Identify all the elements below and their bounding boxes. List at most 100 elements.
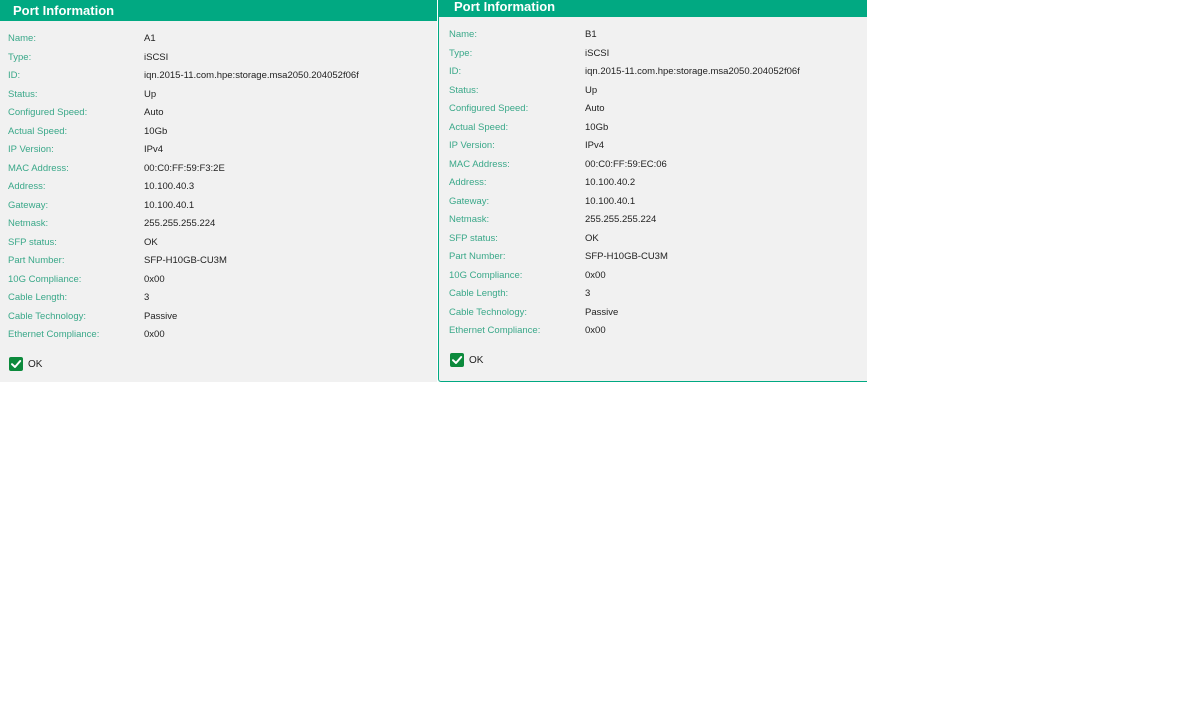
health-status: OK — [9, 357, 42, 371]
health-status-label: OK — [28, 358, 43, 370]
field-label: IP Version: — [8, 144, 54, 155]
field-label: SFP status: — [8, 236, 57, 248]
field-row-actual-speed: Actual Speed: 10Gb — [439, 119, 867, 138]
field-label: Gateway: — [449, 195, 490, 207]
field-row-ethernet-compliance: Ethernet Compliance: 0x00 — [439, 322, 867, 341]
field-label: Address: — [8, 181, 46, 192]
field-row-name: Name: A1 — [0, 30, 437, 49]
field-row-10g-compliance: 10G Compliance: 0x00 — [0, 271, 437, 290]
field-row-ethernet-compliance: Ethernet Compliance: 0x00 — [0, 326, 437, 345]
port-info-panel-b: Port Information Name: B1 Type: iSCSI ID: i… — [438, 0, 867, 382]
field-row-cable-technology: Cable Technology: Passive — [0, 308, 437, 327]
field-row-cable-length: Cable Length: 3 — [0, 289, 437, 308]
check-icon — [9, 357, 23, 371]
field-label: Ethernet Compliance: — [449, 325, 541, 336]
port-info-panel-a: Port Information Name: A1 Type: iSCSI ID: i… — [0, 0, 437, 382]
field-row-part-number: Part Number: SFP-H10GB-CU3M — [0, 252, 437, 271]
field-value: 3 — [585, 288, 591, 299]
field-label: Gateway: — [8, 199, 49, 211]
field-value: 255.255.255.224 — [144, 218, 216, 229]
field-label: Cable Technology: — [8, 310, 86, 322]
field-row-sfp-status: SFP status: OK — [439, 230, 867, 249]
field-row-address: Address: 10.100.40.3 — [0, 178, 437, 197]
field-value: Auto — [585, 103, 605, 114]
field-value: 0x00 — [144, 329, 165, 340]
field-value: OK — [144, 236, 158, 248]
field-label: Configured Speed: — [8, 107, 88, 118]
field-value: iqn.2015-11.com.hpe:storage.msa2050.2040… — [585, 66, 800, 77]
field-value: IPv4 — [585, 140, 605, 151]
field-value: Up — [144, 88, 157, 100]
field-label: Status: — [8, 88, 38, 100]
field-value: SFP-H10GB-CU3M — [585, 251, 668, 262]
field-value: 0x00 — [585, 269, 606, 281]
panel-title: Port Information — [0, 0, 437, 21]
field-row-status: Status: Up — [439, 82, 867, 101]
field-label: Part Number: — [449, 251, 506, 262]
field-label: Cable Technology: — [449, 306, 527, 318]
field-label: 10G Compliance: — [8, 273, 82, 285]
field-value: 10Gb — [144, 125, 168, 137]
field-label: Type: — [449, 47, 473, 59]
field-label: Name: — [8, 33, 36, 44]
field-row-cable-length: Cable Length: 3 — [439, 285, 867, 304]
field-label: Part Number: — [8, 255, 65, 266]
health-status: OK — [450, 353, 483, 367]
field-value: 0x00 — [585, 325, 606, 336]
field-label: 10G Compliance: — [449, 269, 523, 281]
field-label: Actual Speed: — [449, 121, 509, 133]
field-value: 255.255.255.224 — [585, 214, 657, 225]
field-label: Cable Length: — [8, 292, 68, 303]
field-row-sfp-status: SFP status: OK — [0, 234, 437, 253]
field-row-ip-version: IP Version: IPv4 — [439, 137, 867, 156]
field-value: 0x00 — [144, 273, 165, 285]
field-value: 00:C0:FF:59:F3:2E — [144, 162, 225, 174]
field-row-actual-speed: Actual Speed: 10Gb — [0, 123, 437, 142]
field-row-part-number: Part Number: SFP-H10GB-CU3M — [439, 248, 867, 267]
field-row-mac-address: MAC Address: 00:C0:FF:59:F3:2E — [0, 160, 437, 179]
field-row-name: Name: B1 — [439, 26, 867, 45]
field-label: Type: — [8, 51, 32, 63]
field-value: Passive — [144, 310, 178, 322]
field-row-configured-speed: Configured Speed: Auto — [439, 100, 867, 119]
field-label: SFP status: — [449, 232, 498, 244]
field-value: 10.100.40.3 — [144, 181, 195, 192]
field-value: 10.100.40.1 — [585, 195, 636, 207]
field-value: iSCSI — [144, 51, 169, 63]
check-icon — [450, 353, 464, 367]
field-value: 3 — [144, 292, 150, 303]
field-row-netmask: Netmask: 255.255.255.224 — [439, 211, 867, 230]
field-value: iqn.2015-11.com.hpe:storage.msa2050.2040… — [144, 70, 359, 81]
field-value: B1 — [585, 29, 597, 40]
panel-title: Port Information — [439, 0, 867, 17]
field-label: IP Version: — [449, 140, 495, 151]
field-list: Name: A1 Type: iSCSI ID: iqn.2015-11.com.hp… — [0, 30, 437, 345]
field-value: 10.100.40.2 — [585, 177, 636, 188]
field-row-configured-speed: Configured Speed: Auto — [0, 104, 437, 123]
field-value: SFP-H10GB-CU3M — [144, 255, 227, 266]
field-row-netmask: Netmask: 255.255.255.224 — [0, 215, 437, 234]
field-label: Ethernet Compliance: — [8, 329, 100, 340]
field-list: Name: B1 Type: iSCSI ID: iqn.2015-11.com.hp… — [439, 26, 867, 341]
field-row-id: ID: iqn.2015-11.com.hpe:storage.msa2050.2… — [439, 63, 867, 82]
field-value: 00:C0:FF:59:EC:06 — [585, 158, 667, 170]
field-label: Cable Length: — [449, 288, 509, 299]
field-label: Netmask: — [449, 214, 490, 225]
field-row-10g-compliance: 10G Compliance: 0x00 — [439, 267, 867, 286]
field-value: 10Gb — [585, 121, 609, 133]
field-label: ID: — [449, 66, 462, 77]
field-row-ip-version: IP Version: IPv4 — [0, 141, 437, 160]
field-row-gateway: Gateway: 10.100.40.1 — [439, 193, 867, 212]
field-value: Up — [585, 84, 598, 96]
field-row-mac-address: MAC Address: 00:C0:FF:59:EC:06 — [439, 156, 867, 175]
field-label: Name: — [449, 29, 477, 40]
field-row-status: Status: Up — [0, 86, 437, 105]
field-row-type: Type: iSCSI — [439, 45, 867, 64]
field-value: A1 — [144, 33, 156, 44]
health-status-label: OK — [469, 354, 484, 366]
field-row-cable-technology: Cable Technology: Passive — [439, 304, 867, 323]
field-label: Configured Speed: — [449, 103, 529, 114]
field-value: Passive — [585, 306, 619, 318]
field-label: Netmask: — [8, 218, 49, 229]
field-row-address: Address: 10.100.40.2 — [439, 174, 867, 193]
